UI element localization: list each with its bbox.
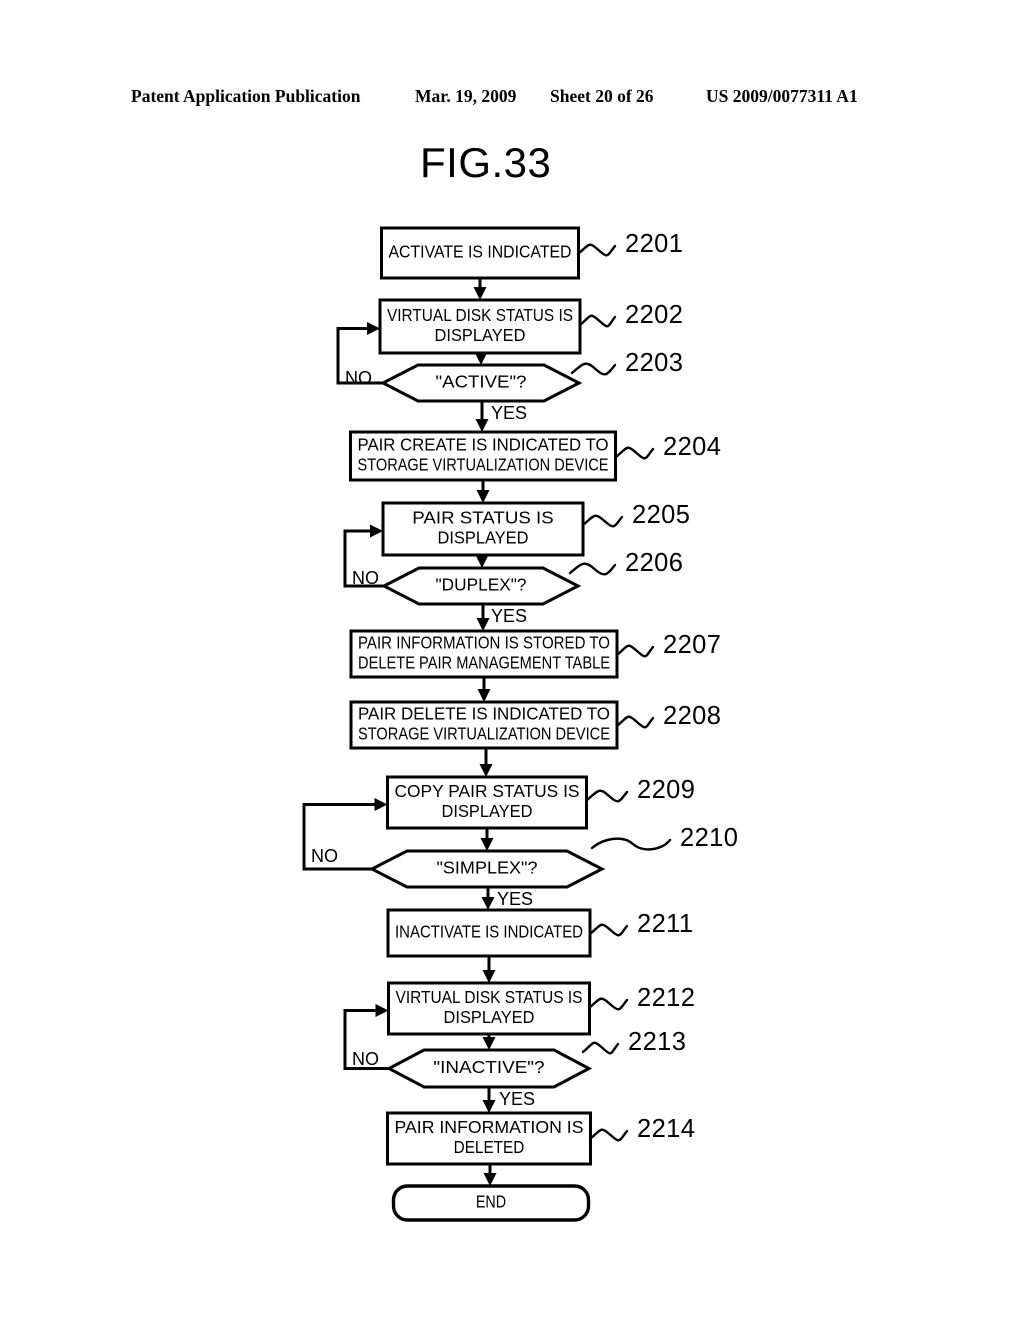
branch-label-no: NO xyxy=(352,1049,379,1069)
flow-node-label: ACTIVATE IS INDICATED xyxy=(389,242,572,262)
branch-label-no: NO xyxy=(352,568,379,588)
flow-node-label: DELETE PAIR MANAGEMENT TABLE xyxy=(358,653,610,673)
reference-number-2204: 2204 xyxy=(663,433,721,461)
reference-number-2207: 2207 xyxy=(663,631,721,659)
reference-leader-line xyxy=(588,923,629,937)
arrowhead-icon xyxy=(374,798,388,811)
arrowhead-icon xyxy=(375,1004,389,1017)
flow-node-label: COPY PAIR STATUS IS xyxy=(395,781,580,801)
arrowhead-icon xyxy=(370,524,383,538)
arrowhead-icon xyxy=(476,618,490,631)
reference-number-2214: 2214 xyxy=(637,1115,695,1143)
flow-node-label: PAIR INFORMATION IS xyxy=(395,1117,584,1137)
reference-number-2209: 2209 xyxy=(637,776,695,804)
flow-node-label: DISPLAYED xyxy=(438,528,529,548)
flow-node-label: "DUPLEX"? xyxy=(436,575,527,595)
arrowhead-icon xyxy=(482,1037,496,1050)
reference-number-2211: 2211 xyxy=(637,910,693,938)
arrowhead-icon xyxy=(480,838,494,851)
reference-leader-line xyxy=(590,837,672,851)
patent-page: Patent Application Publication Mar. 19, … xyxy=(0,0,1024,1320)
branch-label-yes: YES xyxy=(499,1089,535,1109)
reference-number-2201: 2201 xyxy=(625,230,683,258)
arrowhead-icon xyxy=(476,490,490,503)
flow-node-label: VIRTUAL DISK STATUS IS xyxy=(396,987,583,1007)
flow-node-label: PAIR INFORMATION IS STORED TO xyxy=(358,633,610,653)
arrowhead-icon xyxy=(475,419,489,432)
reference-number-2213: 2213 xyxy=(628,1028,686,1056)
flowchart-diagram: ACTIVATE IS INDICATED VIRTUAL DISK STATUS… xyxy=(302,226,738,1222)
arrowhead-icon xyxy=(477,689,491,702)
flow-node-label: PAIR CREATE IS INDICATED TO xyxy=(358,435,609,455)
flow-node-label: INACTIVATE IS INDICATED xyxy=(395,922,583,942)
flow-node-label: STORAGE VIRTUALIZATION DEVICE xyxy=(358,724,610,744)
arrowhead-icon xyxy=(483,1173,497,1186)
branch-label-yes: YES xyxy=(491,606,527,626)
flow-node-label: VIRTUAL DISK STATUS IS xyxy=(387,305,573,325)
flow-node-label: END xyxy=(476,1192,506,1212)
reference-leader-line xyxy=(570,362,617,376)
reference-number-2212: 2212 xyxy=(637,984,695,1012)
flowchart-shapes-layer: ACTIVATE IS INDICATED VIRTUAL DISK STATUS… xyxy=(349,226,619,1222)
reference-number-2202: 2202 xyxy=(625,301,683,329)
branch-label-no: NO xyxy=(311,846,338,866)
flow-node-label: "SIMPLEX"? xyxy=(437,858,538,878)
reference-leader-line xyxy=(568,562,617,576)
flow-node-label: DISPLAYED xyxy=(435,325,526,345)
flow-node-label: "ACTIVE"? xyxy=(436,372,527,392)
branch-label-yes: YES xyxy=(491,403,527,423)
arrowhead-icon xyxy=(482,970,496,983)
arrowhead-icon xyxy=(482,1100,496,1113)
arrowhead-icon xyxy=(481,897,495,910)
arrowhead-icon xyxy=(479,764,493,777)
arrowhead-icon xyxy=(475,555,489,568)
flow-node-label: STORAGE VIRTUALIZATION DEVICE xyxy=(358,455,609,475)
reference-number-2205: 2205 xyxy=(632,501,690,529)
reference-leader-line xyxy=(615,644,655,658)
reference-leader-line xyxy=(581,1041,620,1055)
arrowhead-icon xyxy=(474,352,488,365)
reference-leader-line xyxy=(581,514,624,528)
arrowhead-icon xyxy=(473,287,487,300)
reference-leader-line xyxy=(587,997,629,1011)
reference-number-2206: 2206 xyxy=(625,549,683,577)
flow-node-label: DELETED xyxy=(454,1137,525,1157)
branch-label-yes: YES xyxy=(497,889,533,909)
reference-leader-line xyxy=(585,789,629,803)
reference-number-2208: 2208 xyxy=(663,702,721,730)
flow-node-label: PAIR DELETE IS INDICATED TO xyxy=(358,704,610,724)
flow-node-label: DISPLAYED xyxy=(444,1007,535,1027)
flowchart-reference-numbers-layer: 2201 2202 2203 2204 2205 2206 2207 2208 2209 2210… xyxy=(625,230,738,1143)
reference-number-2210: 2210 xyxy=(680,824,738,852)
flow-node-label: PAIR STATUS IS xyxy=(412,508,553,528)
flow-node-label: DISPLAYED xyxy=(442,801,533,821)
branch-label-no: NO xyxy=(345,368,372,388)
flow-node-label: "INACTIVE"? xyxy=(433,1057,544,1077)
reference-leader-line xyxy=(588,1128,629,1142)
reference-leader-line xyxy=(576,243,617,257)
reference-leader-line xyxy=(578,314,617,328)
arrowhead-icon xyxy=(367,322,380,335)
reference-number-2203: 2203 xyxy=(625,349,683,377)
reference-leader-line xyxy=(615,715,655,729)
reference-leader-line xyxy=(614,446,655,460)
